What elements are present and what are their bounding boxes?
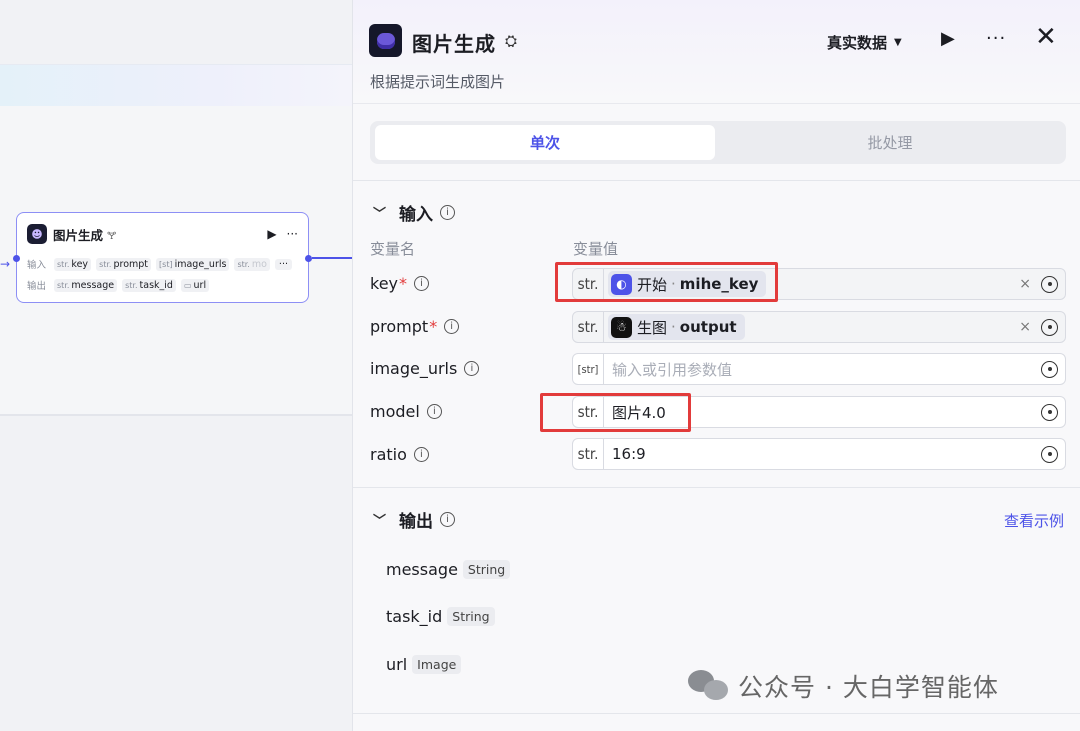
input-section-title: 输入 — [399, 205, 434, 225]
type-tag: str. — [573, 312, 604, 342]
param-value-ratio[interactable]: str. 16:9 — [572, 438, 1066, 470]
divider — [353, 180, 1080, 181]
reference-target-icon[interactable] — [1041, 445, 1058, 463]
node-output-chip: str. message — [54, 278, 118, 292]
ref-variable-name: output — [679, 318, 737, 336]
param-name-image-urls: image_urls i — [370, 359, 480, 378]
ratio-value[interactable]: 16:9 — [612, 445, 646, 463]
output-row-url: url Image — [386, 655, 462, 674]
output-name: task_id — [386, 607, 443, 626]
info-icon[interactable]: i — [414, 276, 430, 291]
required-mark: * — [429, 317, 438, 336]
output-type-badge: String — [447, 607, 495, 626]
ref-node-name: 生图 — [637, 318, 668, 337]
output-name: url — [386, 655, 408, 674]
outgoing-edge — [312, 257, 352, 259]
incoming-edge-arrow: → — [0, 257, 11, 271]
chevron-down-icon[interactable]: ﹀ — [373, 203, 386, 222]
info-icon[interactable]: i — [464, 361, 480, 376]
output-row-task-id: task_id String — [386, 607, 495, 626]
type-tag: [str] — [573, 354, 604, 384]
clear-icon[interactable]: × — [1019, 276, 1031, 292]
node-inputs-more-icon[interactable]: ··· — [274, 258, 292, 270]
node-output-chip: str. task_id — [122, 278, 176, 292]
highlight-box-key — [555, 262, 778, 302]
output-section-header[interactable]: ﹀ 输出 i — [373, 507, 456, 532]
type-tag: str. — [573, 439, 604, 469]
plugin-logo-icon — [369, 24, 402, 57]
tab-single[interactable]: 单次 — [375, 125, 715, 160]
reference-target-icon[interactable] — [1041, 318, 1058, 336]
info-icon[interactable]: i — [440, 205, 456, 220]
output-type-badge: String — [462, 560, 511, 579]
workflow-canvas[interactable]: → ☻ 图片生成 🝖 ▶ ··· 输入 str. key str. prompt [… — [0, 0, 352, 731]
view-example-link[interactable]: 查看示例 — [1004, 510, 1064, 531]
more-icon[interactable]: ··· — [986, 28, 1006, 49]
reference-target-icon[interactable] — [1041, 403, 1058, 421]
node-output-port[interactable] — [305, 255, 312, 262]
reference-target-icon[interactable] — [1041, 360, 1058, 378]
param-value-prompt[interactable]: str. ☃ 生图 · output × — [572, 311, 1066, 343]
node-output-chip: ▭ url — [180, 278, 210, 292]
image-gen-node-icon: ☃ — [611, 316, 632, 338]
clear-icon[interactable]: × — [1019, 319, 1031, 335]
panel-title[interactable]: 图片生成 — [412, 28, 496, 57]
panel-description[interactable]: 根据提示词生成图片 — [370, 71, 505, 92]
node-header: ☻ 图片生成 🝖 ▶ ··· — [27, 223, 298, 245]
data-mode-label: 真实数据 — [827, 34, 888, 52]
watermark-text: 公众号 · 大白学智能体 — [738, 673, 999, 702]
wechat-icon — [688, 668, 730, 704]
output-type-badge: Image — [412, 655, 462, 674]
plugin-icon: 🝖 — [107, 230, 117, 242]
node-input-chip: str. mo — [234, 257, 270, 271]
close-icon[interactable]: ✕ — [1035, 24, 1057, 50]
caret-down-icon: ▼ — [894, 37, 902, 48]
node-more-icon[interactable]: ··· — [287, 227, 298, 241]
node-input-chip: str. key — [54, 257, 92, 271]
output-section-title: 输出 — [399, 512, 434, 532]
param-name-key: key * i — [370, 274, 430, 293]
node-input-chip: str. prompt — [96, 257, 152, 271]
node-title: 图片生成 — [53, 227, 104, 243]
run-icon[interactable]: ▶ — [941, 28, 955, 49]
reference-target-icon[interactable] — [1041, 275, 1058, 293]
node-outputs-row: 输出 str. message str. task_id ▭ url — [27, 277, 210, 293]
info-icon[interactable]: i — [413, 447, 429, 462]
node-run-icon[interactable]: ▶ — [267, 227, 276, 241]
info-icon[interactable]: i — [426, 404, 442, 419]
highlight-box-model — [540, 393, 691, 432]
data-mode-dropdown[interactable]: 真实数据 ▼ — [827, 32, 902, 53]
node-input-port[interactable] — [13, 255, 20, 262]
info-icon[interactable]: i — [440, 512, 456, 527]
node-input-chip: [st] image_urls — [156, 257, 230, 271]
canvas-top-band — [0, 64, 352, 106]
run-mode-tabs: 单次 批处理 — [370, 121, 1066, 164]
output-row-message: message String — [386, 560, 511, 579]
output-name: message — [386, 560, 458, 579]
image-generation-node[interactable]: ☻ 图片生成 🝖 ▶ ··· 输入 str. key str. prompt [st… — [13, 212, 312, 303]
plugin-type-icon: ⛭ — [505, 32, 518, 50]
divider — [353, 487, 1080, 488]
param-name-model: model i — [370, 402, 442, 421]
column-label-value: 变量值 — [573, 240, 619, 258]
node-config-panel: 图片生成 ⛭ 根据提示词生成图片 真实数据 ▼ ▶ ··· ✕ 单次 批处理 ﹀… — [352, 0, 1080, 731]
input-placeholder: 输入或引用参数值 — [612, 360, 733, 379]
node-output-label: 输出 — [27, 281, 47, 292]
divider — [353, 713, 1080, 714]
input-section-header[interactable]: ﹀ 输入 i — [373, 200, 456, 225]
param-name-ratio: ratio i — [370, 445, 429, 464]
required-mark: * — [399, 274, 408, 293]
column-label-name: 变量名 — [370, 240, 416, 258]
tab-batch[interactable]: 批处理 — [720, 125, 1060, 160]
variable-reference-chip[interactable]: ☃ 生图 · output — [608, 314, 745, 340]
node-inputs-row: 输入 str. key str. prompt [st] image_urls str… — [27, 256, 292, 272]
wechat-watermark: 公众号 · 大白学智能体 — [688, 668, 999, 704]
node-logo-icon: ☻ — [27, 224, 47, 244]
chevron-down-icon[interactable]: ﹀ — [373, 510, 386, 529]
param-value-image-urls[interactable]: [str] 输入或引用参数值 — [572, 353, 1066, 385]
param-name-prompt: prompt * i — [370, 317, 460, 336]
info-icon[interactable]: i — [444, 319, 460, 334]
node-input-label: 输入 — [27, 260, 47, 271]
